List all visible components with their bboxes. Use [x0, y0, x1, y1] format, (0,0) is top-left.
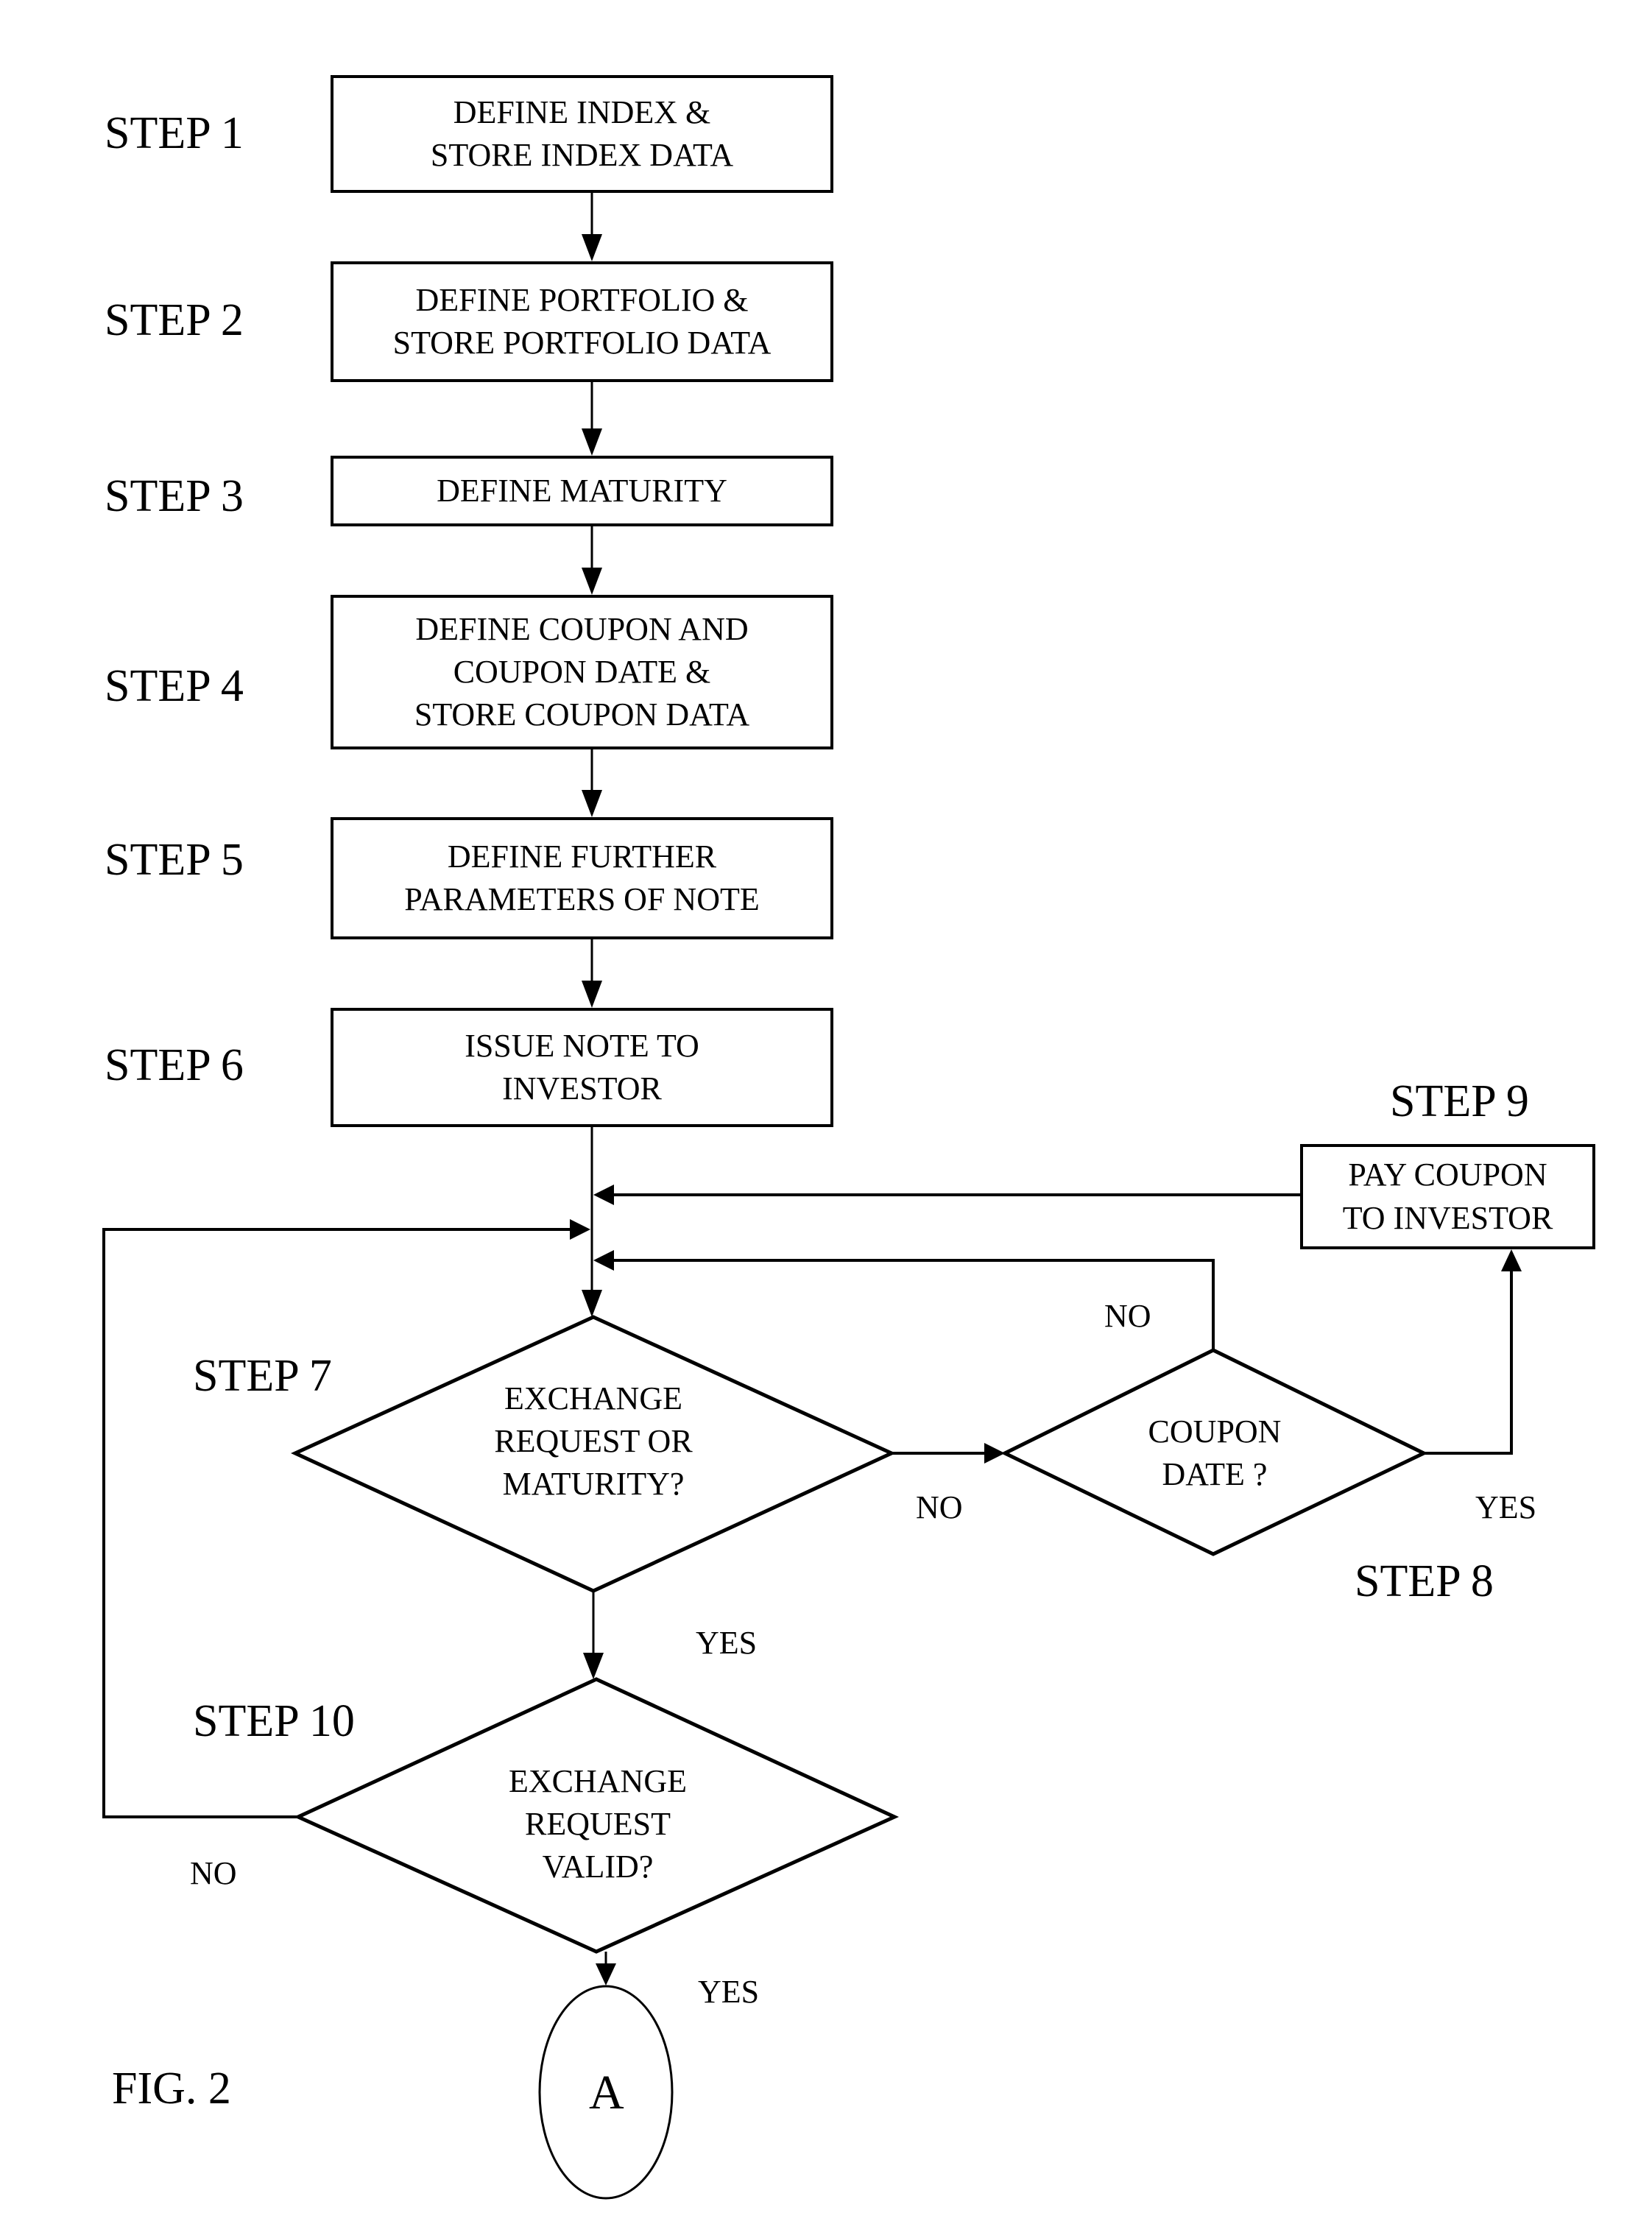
step7-text-line: EXCHANGE: [504, 1380, 682, 1416]
edge-label-step8-yes: YES: [1475, 1489, 1537, 1525]
arrowhead-8-no: [593, 1250, 614, 1271]
step10-text-line: EXCHANGE: [509, 1762, 687, 1799]
connector-8-yes: [1424, 1266, 1513, 1455]
step9-text-line: TO INVESTOR: [1342, 1199, 1553, 1236]
step7-text-line: REQUEST OR: [494, 1422, 693, 1459]
step10-text-line: REQUEST: [524, 1805, 671, 1842]
step-label-1: STEP 1: [105, 108, 244, 158]
step-label-5: STEP 5: [105, 835, 244, 885]
step5-text-line: DEFINE FURTHER: [447, 838, 717, 875]
step4-text-line: COUPON DATE &: [453, 653, 711, 690]
step8-text-line: DATE ?: [1162, 1456, 1268, 1492]
step6-text-line: ISSUE NOTE TO: [465, 1027, 699, 1064]
step10-text-line: VALID?: [542, 1849, 654, 1885]
figure-title: FIG. 2: [112, 2064, 231, 2114]
step9-text-line: PAY COUPON: [1348, 1157, 1547, 1193]
arrowhead-8-yes: [1501, 1249, 1522, 1271]
arrowhead-9-return: [593, 1185, 614, 1205]
step-label-6: STEP 6: [105, 1040, 244, 1090]
arrowhead-3-4: [582, 568, 602, 595]
arrowhead-5-6: [582, 981, 602, 1008]
step3-text-line: DEFINE MATURITY: [437, 472, 727, 509]
process-box-step2: DEFINE PORTFOLIO & STORE PORTFOLIO DATA: [331, 261, 833, 382]
arrowhead-6-7: [582, 1290, 602, 1317]
arrowhead-7-yes: [583, 1653, 604, 1679]
edge-label-step10-no: NO: [190, 1855, 237, 1891]
decision-text-step8: COUPON DATE ?: [1148, 1411, 1282, 1496]
step5-text-line: PARAMETERS OF NOTE: [404, 881, 760, 917]
step1-text-line: DEFINE INDEX &: [453, 93, 711, 130]
step2-text-line: STORE PORTFOLIO DATA: [392, 325, 772, 361]
edge-label-step10-yes: YES: [698, 1974, 760, 2010]
step2-text-line: DEFINE PORTFOLIO &: [415, 281, 749, 318]
arrowhead-4-5: [582, 790, 602, 817]
step7-text-line: MATURITY?: [502, 1466, 685, 1503]
step-label-8: STEP 8: [1355, 1556, 1494, 1606]
edge-label-step8-no: NO: [1104, 1298, 1151, 1334]
decision-text-step10: EXCHANGE REQUEST VALID?: [509, 1760, 687, 1888]
step4-text-line: DEFINE COUPON AND: [415, 610, 749, 647]
arrowhead-1-2: [582, 234, 602, 261]
arrowhead-10-no: [570, 1219, 590, 1240]
step8-text-line: COUPON: [1148, 1413, 1282, 1450]
process-box-step9: PAY COUPON TO INVESTOR: [1300, 1144, 1595, 1249]
step-label-2: STEP 2: [105, 295, 244, 345]
step-label-4: STEP 4: [105, 661, 244, 711]
step6-text-line: INVESTOR: [502, 1070, 662, 1106]
edge-label-step7-yes: YES: [696, 1625, 758, 1661]
step-label-3: STEP 3: [105, 471, 244, 521]
step-label-10: STEP 10: [193, 1696, 355, 1746]
step1-text-line: STORE INDEX DATA: [430, 137, 734, 173]
step4-text-line: STORE COUPON DATA: [414, 696, 750, 733]
edge-label-step7-no: NO: [916, 1489, 963, 1525]
step-label-7: STEP 7: [193, 1351, 332, 1401]
process-box-step1: DEFINE INDEX & STORE INDEX DATA: [331, 75, 833, 193]
process-box-step3: DEFINE MATURITY: [331, 456, 833, 526]
process-box-step6: ISSUE NOTE TO INVESTOR: [331, 1008, 833, 1127]
step-label-9: STEP 9: [1390, 1076, 1529, 1126]
process-box-step4: DEFINE COUPON AND COUPON DATE & STORE CO…: [331, 595, 833, 749]
process-box-step5: DEFINE FURTHER PARAMETERS OF NOTE: [331, 817, 833, 939]
offpage-connector-label: A: [589, 2066, 624, 2119]
decision-text-step7: EXCHANGE REQUEST OR MATURITY?: [494, 1377, 692, 1505]
arrowhead-10-yes: [596, 1963, 616, 1985]
arrowhead-2-3: [582, 428, 602, 456]
